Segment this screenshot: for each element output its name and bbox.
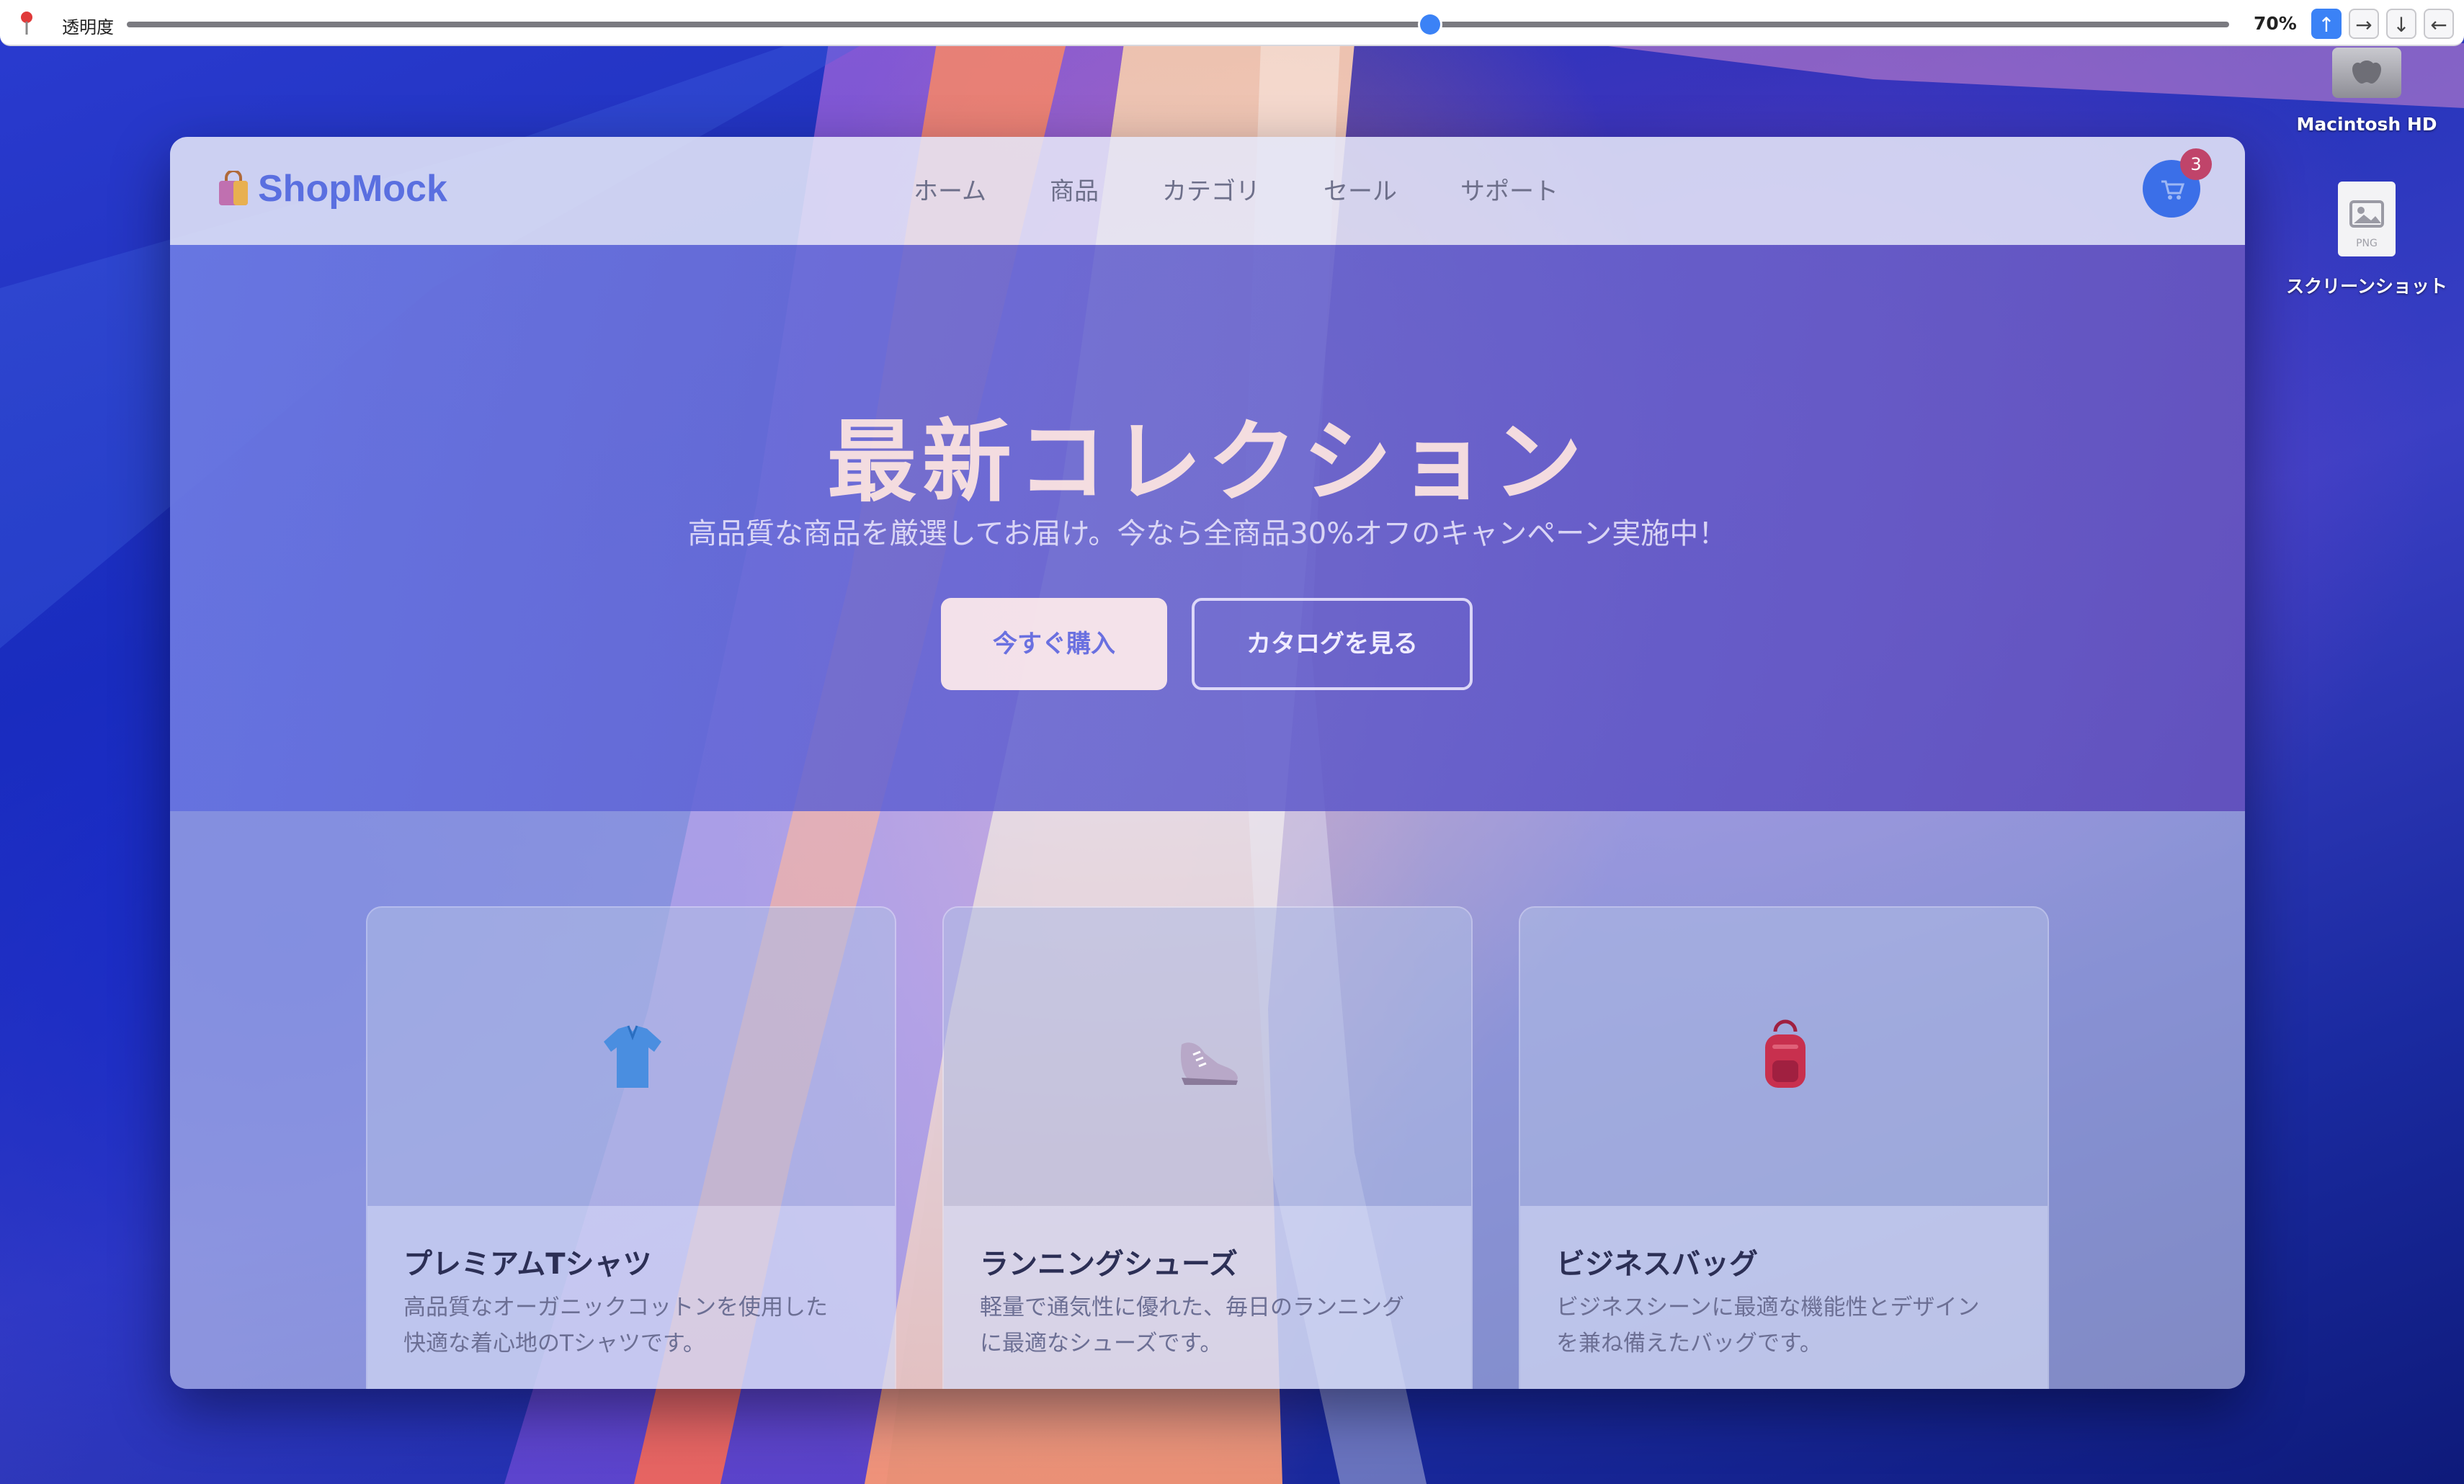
product-image <box>367 908 895 1206</box>
file-type-badge: PNG <box>2356 238 2378 249</box>
backpack-icon <box>1765 1019 1805 1088</box>
site-navbar: ShopMock ホーム 商品 カテゴリ セール サポート 3 <box>170 137 2245 245</box>
logo-text: ShopMock <box>258 168 447 210</box>
opacity-toolbar: 透明度 70% ↑ → ↓ ← <box>0 0 2464 46</box>
buy-now-button[interactable]: 今すぐ購入 <box>941 598 1167 690</box>
site-logo[interactable]: ShopMock <box>216 167 447 210</box>
nav-link-support[interactable]: サポート <box>1460 171 1558 207</box>
nav-links: ホーム 商品 カテゴリ セール サポート <box>914 171 1622 207</box>
product-description-line: 快適な着心地のTシャツです。 <box>403 1331 705 1356</box>
nav-link-sale[interactable]: セール <box>1323 171 1397 207</box>
desktop-icon-screenshot[interactable]: PNG スクリーンショット <box>2269 182 2464 298</box>
product-card-body: ランニングシューズ 軽量で通気性に優れた、毎日のランニング に最適なシューズです… <box>944 1206 1471 1389</box>
hero-title: 最新コレクション <box>826 411 1588 514</box>
cart-count-badge: 3 <box>2180 148 2212 180</box>
product-title: ランニングシューズ <box>980 1248 1238 1281</box>
desktop-icon-macintosh-hd[interactable]: Macintosh HD <box>2291 48 2442 135</box>
product-description: 高品質なオーガニックコットンを使用した 快適な着心地のTシャツです。 <box>403 1289 865 1362</box>
png-file-icon: PNG <box>2338 182 2396 256</box>
product-description: 軽量で通気性に優れた、毎日のランニング に最適なシューズです。 <box>980 1289 1441 1362</box>
move-up-button[interactable]: ↑ <box>2311 9 2342 39</box>
desktop-icon-label: スクリーンショット <box>2286 276 2447 297</box>
nav-link-products[interactable]: 商品 <box>1050 171 1099 207</box>
product-image <box>944 908 1471 1206</box>
nav-link-categories[interactable]: カテゴリ <box>1162 171 1260 207</box>
opacity-slider-track[interactable] <box>127 22 2229 27</box>
product-description-line: に最適なシューズです。 <box>980 1331 1223 1356</box>
hard-drive-icon <box>2332 48 2401 98</box>
product-card-body: プレミアムTシャツ 高品質なオーガニックコットンを使用した 快適な着心地のTシャ… <box>367 1206 895 1389</box>
move-right-button[interactable]: → <box>2349 9 2379 39</box>
move-left-button[interactable]: ← <box>2424 9 2454 39</box>
product-card[interactable]: プレミアムTシャツ 高品質なオーガニックコットンを使用した 快適な着心地のTシャ… <box>366 906 896 1389</box>
product-card-body: ビジネスバッグ ビジネスシーンに最適な機能性とデザイン を兼ね備えたバッグです。 <box>1520 1206 2048 1389</box>
shop-website-window: ShopMock ホーム 商品 カテゴリ セール サポート 3 最新コレクション… <box>170 137 2245 1389</box>
product-title: ビジネスバッグ <box>1556 1248 1758 1281</box>
opacity-value: 70% <box>2254 13 2297 34</box>
nav-link-home[interactable]: ホーム <box>914 171 986 207</box>
shopping-bag-icon <box>219 171 248 205</box>
desktop-icon-label: Macintosh HD <box>2296 114 2437 135</box>
move-down-button[interactable]: ↓ <box>2386 9 2416 39</box>
sneaker-icon <box>1180 1042 1238 1085</box>
polo-shirt-icon <box>604 1025 661 1088</box>
product-title: プレミアムTシャツ <box>403 1248 652 1281</box>
product-description: ビジネスシーンに最適な機能性とデザイン を兼ね備えたバッグです。 <box>1556 1289 2017 1362</box>
product-card[interactable]: ビジネスバッグ ビジネスシーンに最適な機能性とデザイン を兼ね備えたバッグです。 <box>1519 906 2049 1389</box>
hero-section: 最新コレクション 高品質な商品を厳選してお届け。今なら全商品30%オフのキャンペ… <box>170 245 2245 811</box>
product-description-line: 軽量で通気性に優れた、毎日のランニング <box>980 1295 1404 1320</box>
view-catalog-button[interactable]: カタログを見る <box>1192 598 1473 690</box>
product-description-line: 高品質なオーガニックコットンを使用した <box>403 1295 828 1320</box>
product-image <box>1520 908 2048 1206</box>
pushpin-icon[interactable] <box>16 10 37 36</box>
opacity-slider-thumb[interactable] <box>1420 14 1441 35</box>
opacity-label: 透明度 <box>62 17 114 37</box>
product-card[interactable]: ランニングシューズ 軽量で通気性に優れた、毎日のランニング に最適なシューズです… <box>942 906 1473 1389</box>
product-description-line: ビジネスシーンに最適な機能性とデザイン <box>1556 1295 1980 1320</box>
hero-subtitle: 高品質な商品を厳選してお届け。今なら全商品30%オフのキャンペーン実施中！ <box>687 517 1728 550</box>
product-description-line: を兼ね備えたバッグです。 <box>1556 1331 1822 1356</box>
